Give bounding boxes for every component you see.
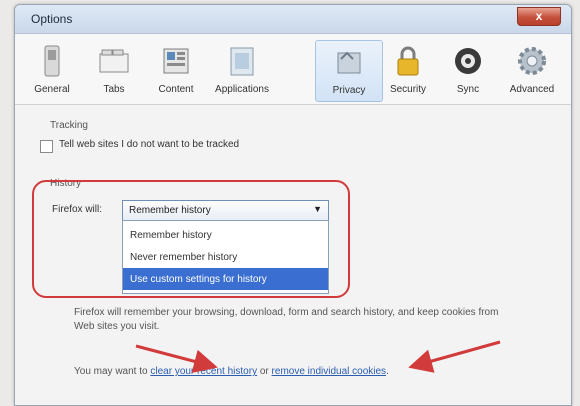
dropdown-option-never[interactable]: Never remember history (123, 246, 328, 268)
tab-tabs-label: Tabs (103, 84, 125, 95)
options-toolbar: General Tabs Content Applications Privac… (15, 34, 571, 105)
window-title: Options (31, 12, 73, 26)
do-not-track-label: Tell web sites I do not want to be track… (59, 139, 240, 150)
title-bar[interactable]: Options x (15, 5, 571, 34)
footer-prefix: You may want to (74, 366, 148, 377)
content-icon (163, 48, 189, 74)
footer-or: or (259, 366, 269, 377)
gear-icon (518, 47, 546, 75)
tab-sync[interactable]: Sync (435, 40, 501, 100)
tab-tabs[interactable]: Tabs (81, 40, 147, 100)
sync-icon (455, 48, 481, 74)
remove-cookies-link[interactable]: remove individual cookies (272, 366, 387, 377)
do-not-track-checkbox[interactable] (40, 140, 53, 153)
history-mode-dropdown: Remember history Never remember history … (122, 220, 329, 294)
switch-icon (44, 45, 60, 77)
tab-sync-label: Sync (456, 84, 480, 95)
history-mode-value: Remember history (129, 205, 211, 216)
history-footer: You may want to clear your recent histor… (74, 366, 389, 377)
tab-general-label: General (34, 84, 70, 95)
privacy-icon (337, 51, 361, 74)
tab-security[interactable]: Security (375, 40, 441, 100)
chevron-down-icon: ▼ (313, 204, 322, 214)
history-description: Firefox will remember your browsing, dow… (74, 307, 499, 332)
tabs-icon (99, 49, 129, 73)
footer-suffix: . (386, 366, 389, 377)
dropdown-option-label: Never remember history (130, 252, 238, 263)
clear-history-link[interactable]: clear your recent history (150, 366, 257, 377)
lock-icon (397, 46, 419, 76)
close-button[interactable]: x (517, 7, 561, 26)
dropdown-option-label: Use custom settings for history (130, 274, 267, 285)
tab-content-label: Content (158, 84, 194, 95)
tab-advanced-label: Advanced (509, 84, 555, 95)
tab-applications-label: Applications (215, 84, 269, 95)
tracking-heading: Tracking (50, 120, 88, 131)
tab-security-label: Security (389, 84, 427, 95)
dropdown-option-custom[interactable]: Use custom settings for history (123, 268, 328, 290)
history-mode-select[interactable]: Remember history ▼ (122, 200, 329, 221)
dropdown-option-remember[interactable]: Remember history (123, 224, 328, 246)
tab-content[interactable]: Content (143, 40, 209, 100)
tab-privacy-label: Privacy (332, 85, 366, 96)
applications-icon (230, 47, 254, 76)
tab-applications[interactable]: Applications (209, 40, 275, 100)
tab-general[interactable]: General (19, 40, 85, 100)
dropdown-option-label: Remember history (130, 230, 212, 241)
history-combo-label: Firefox will: (52, 204, 103, 215)
tab-advanced[interactable]: Advanced (499, 40, 565, 100)
tab-privacy[interactable]: Privacy (315, 40, 383, 102)
